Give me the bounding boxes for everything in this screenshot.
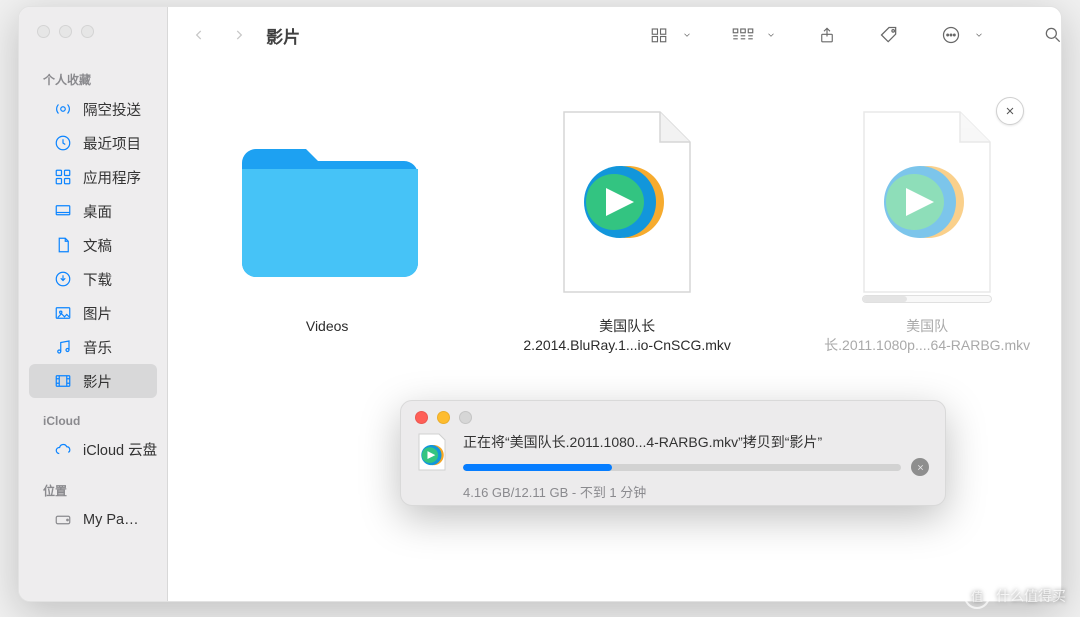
sidebar-section-favorites: 个人收藏 xyxy=(19,61,167,92)
view-mode-button[interactable] xyxy=(640,19,678,51)
movie-icon xyxy=(53,371,73,391)
window-title: 影片 xyxy=(266,23,300,48)
view-mode-chevron[interactable] xyxy=(678,19,696,51)
fullscreen-window-button[interactable] xyxy=(81,25,94,38)
watermark-text: 什么值得买 xyxy=(996,586,1066,606)
copy-progress-bar xyxy=(463,464,901,471)
cloud-icon xyxy=(53,439,73,459)
sidebar-item-airdrop[interactable]: 隔空投送 xyxy=(29,92,157,126)
forward-button[interactable] xyxy=(222,20,256,50)
group-by-button[interactable] xyxy=(724,19,762,51)
sidebar-item-desktop[interactable]: 桌面 xyxy=(29,194,157,228)
tags-button[interactable] xyxy=(870,19,908,51)
watermark: 值 什么值得买 xyxy=(964,583,1066,609)
sidebar-item-icloud-drive[interactable]: iCloud 云盘 xyxy=(29,432,157,466)
video-file-icon xyxy=(532,103,722,303)
group-by-chevron[interactable] xyxy=(762,19,780,51)
sidebar-item-label: 音乐 xyxy=(83,337,112,358)
sidebar-item-label: 隔空投送 xyxy=(83,99,141,120)
main-area: 影片 xyxy=(168,7,1062,601)
sidebar-item-downloads[interactable]: 下载 xyxy=(29,262,157,296)
sidebar-item-label: 下载 xyxy=(83,269,112,290)
file-item-folder[interactable]: Videos xyxy=(192,103,462,336)
search-button[interactable] xyxy=(1034,19,1062,51)
file-transfer-mini-progress xyxy=(862,295,992,303)
file-name: 美国队 长.2011.1080p....64-RARBG.mkv xyxy=(824,317,1030,355)
desktop-icon xyxy=(53,201,73,221)
file-item-video-1[interactable]: 美国队长 2.2014.BluRay.1...io-CnSCG.mkv xyxy=(492,103,762,355)
toolbar: 影片 xyxy=(168,7,1062,63)
copy-progress-fill xyxy=(463,464,612,471)
file-item-video-2[interactable]: 美国队 长.2011.1080p....64-RARBG.mkv xyxy=(792,103,1062,355)
sidebar-item-label: 图片 xyxy=(83,303,112,324)
apps-icon xyxy=(53,167,73,187)
sidebar-section-locations: 位置 xyxy=(19,472,167,503)
sidebar: 个人收藏 隔空投送 最近项目 应用程序 桌面 文稿 下载 图片 xyxy=(19,7,168,601)
sidebar-item-recents[interactable]: 最近项目 xyxy=(29,126,157,160)
copy-progress-subtitle: 4.16 GB/12.11 GB - 不到 1 分钟 xyxy=(463,482,929,501)
download-icon xyxy=(53,269,73,289)
sidebar-item-applications[interactable]: 应用程序 xyxy=(29,160,157,194)
file-name: 美国队长 2.2014.BluRay.1...io-CnSCG.mkv xyxy=(523,317,731,355)
doc-icon xyxy=(53,235,73,255)
sidebar-item-label: 桌面 xyxy=(83,201,112,222)
minimize-window-button[interactable] xyxy=(59,25,72,38)
image-icon xyxy=(53,303,73,323)
window-controls xyxy=(415,411,929,424)
sidebar-item-label: 应用程序 xyxy=(83,167,141,188)
music-icon xyxy=(53,337,73,357)
share-button[interactable] xyxy=(808,19,846,51)
sidebar-item-pictures[interactable]: 图片 xyxy=(29,296,157,330)
window-controls xyxy=(19,7,167,55)
close-window-button[interactable] xyxy=(415,411,428,424)
sidebar-item-movies[interactable]: 影片 xyxy=(29,364,157,398)
fullscreen-window-button[interactable] xyxy=(459,411,472,424)
finder-window: 个人收藏 隔空投送 最近项目 应用程序 桌面 文稿 下载 图片 xyxy=(18,6,1062,602)
actions-button[interactable] xyxy=(932,19,970,51)
sidebar-item-music[interactable]: 音乐 xyxy=(29,330,157,364)
sidebar-item-label: 文稿 xyxy=(83,235,112,256)
minimize-window-button[interactable] xyxy=(437,411,450,424)
sidebar-section-icloud: iCloud xyxy=(19,404,167,432)
video-file-icon xyxy=(832,103,1022,303)
cancel-copy-button[interactable] xyxy=(911,458,929,476)
actions-chevron[interactable] xyxy=(970,19,988,51)
sidebar-item-label: My Pa… xyxy=(83,512,139,528)
folder-icon xyxy=(232,103,422,303)
sidebar-item-documents[interactable]: 文稿 xyxy=(29,228,157,262)
close-window-button[interactable] xyxy=(37,25,50,38)
file-name: Videos xyxy=(306,317,349,336)
copy-progress-title: 正在将“美国队长.2011.1080...4-RARBG.mkv”拷贝到“影片” xyxy=(463,432,929,452)
airdrop-icon xyxy=(53,99,73,119)
copy-progress-window: 正在将“美国队长.2011.1080...4-RARBG.mkv”拷贝到“影片”… xyxy=(400,400,946,506)
video-file-icon xyxy=(415,432,449,472)
clock-icon xyxy=(53,133,73,153)
sidebar-item-label: 影片 xyxy=(83,371,112,392)
sidebar-item-disk[interactable]: My Pa… xyxy=(29,503,157,537)
back-button[interactable] xyxy=(182,20,216,50)
sidebar-item-label: iCloud 云盘 xyxy=(83,439,157,460)
file-grid: Videos xyxy=(168,63,1062,601)
watermark-icon: 值 xyxy=(964,583,990,609)
disk-icon xyxy=(53,510,73,530)
sidebar-item-label: 最近项目 xyxy=(83,133,141,154)
